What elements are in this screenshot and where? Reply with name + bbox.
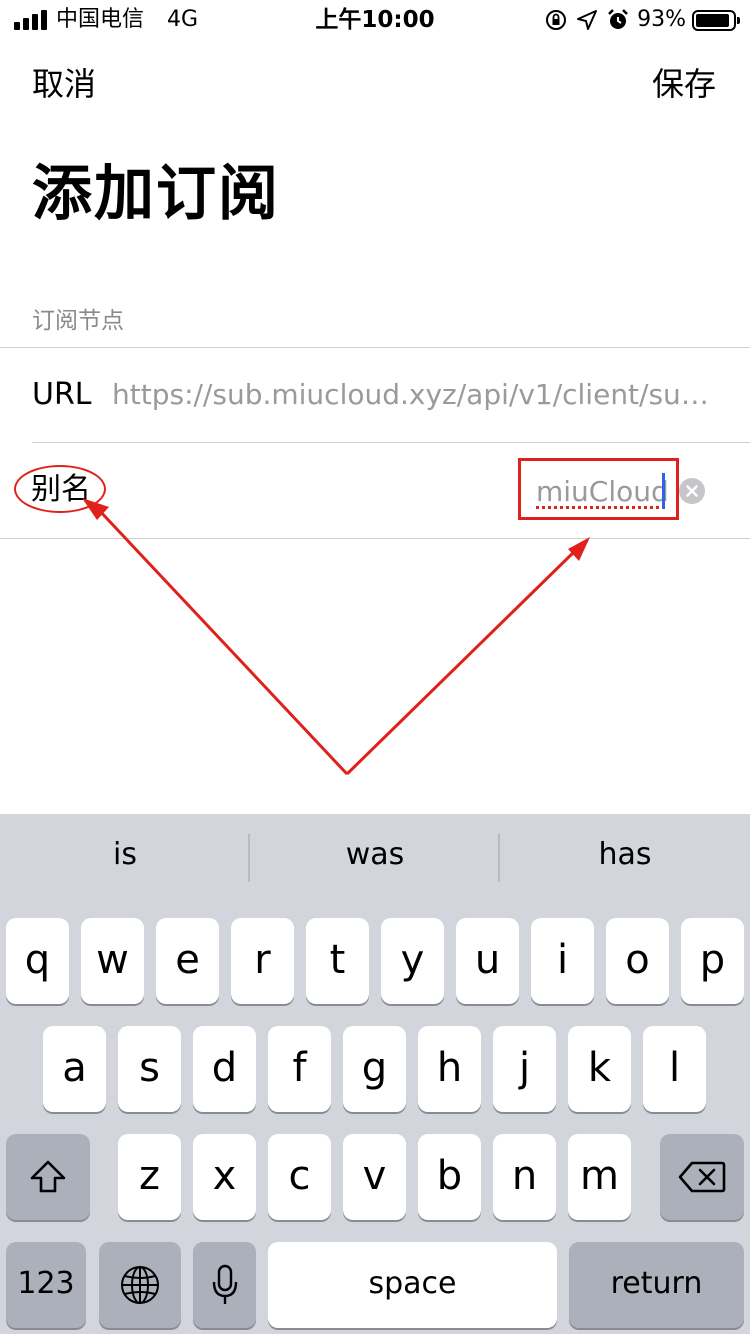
key-u[interactable]: u [456,918,519,1004]
globe-key[interactable] [99,1242,181,1328]
shift-key[interactable] [6,1134,90,1220]
shift-icon [30,1160,66,1193]
key-a[interactable]: a [43,1026,106,1112]
microphone-icon [212,1264,237,1304]
annotation-arrows [82,498,590,776]
suggestion-item[interactable]: has [500,834,750,876]
key-g[interactable]: g [343,1026,406,1112]
key-e[interactable]: e [156,918,219,1004]
key-f[interactable]: f [268,1026,331,1112]
keyboard: is was has q w e r t y u i o p a s d f g… [0,814,750,1334]
key-n[interactable]: n [493,1134,556,1220]
suggestion-bar: is was has [0,814,750,904]
key-t[interactable]: t [306,918,369,1004]
key-b[interactable]: b [418,1134,481,1220]
key-c[interactable]: c [268,1134,331,1220]
key-o[interactable]: o [606,918,669,1004]
space-key[interactable]: space [268,1242,557,1328]
key-x[interactable]: x [193,1134,256,1220]
key-l[interactable]: l [643,1026,706,1112]
key-k[interactable]: k [568,1026,631,1112]
suggestion-item[interactable]: is [0,834,250,876]
dictation-key[interactable] [193,1242,256,1328]
globe-icon [121,1266,159,1304]
key-r[interactable]: r [231,918,294,1004]
key-d[interactable]: d [193,1026,256,1112]
key-j[interactable]: j [493,1026,556,1112]
key-m[interactable]: m [568,1134,631,1220]
key-i[interactable]: i [531,918,594,1004]
key-v[interactable]: v [343,1134,406,1220]
key-y[interactable]: y [381,918,444,1004]
key-z[interactable]: z [118,1134,181,1220]
return-key[interactable]: return [569,1242,744,1328]
key-h[interactable]: h [418,1026,481,1112]
key-s[interactable]: s [118,1026,181,1112]
backspace-key[interactable] [660,1134,744,1220]
key-q[interactable]: q [6,918,69,1004]
numbers-key[interactable]: 123 [6,1242,86,1328]
key-p[interactable]: p [681,918,744,1004]
suggestion-item[interactable]: was [250,834,500,876]
backspace-icon [678,1161,726,1193]
key-w[interactable]: w [81,918,144,1004]
